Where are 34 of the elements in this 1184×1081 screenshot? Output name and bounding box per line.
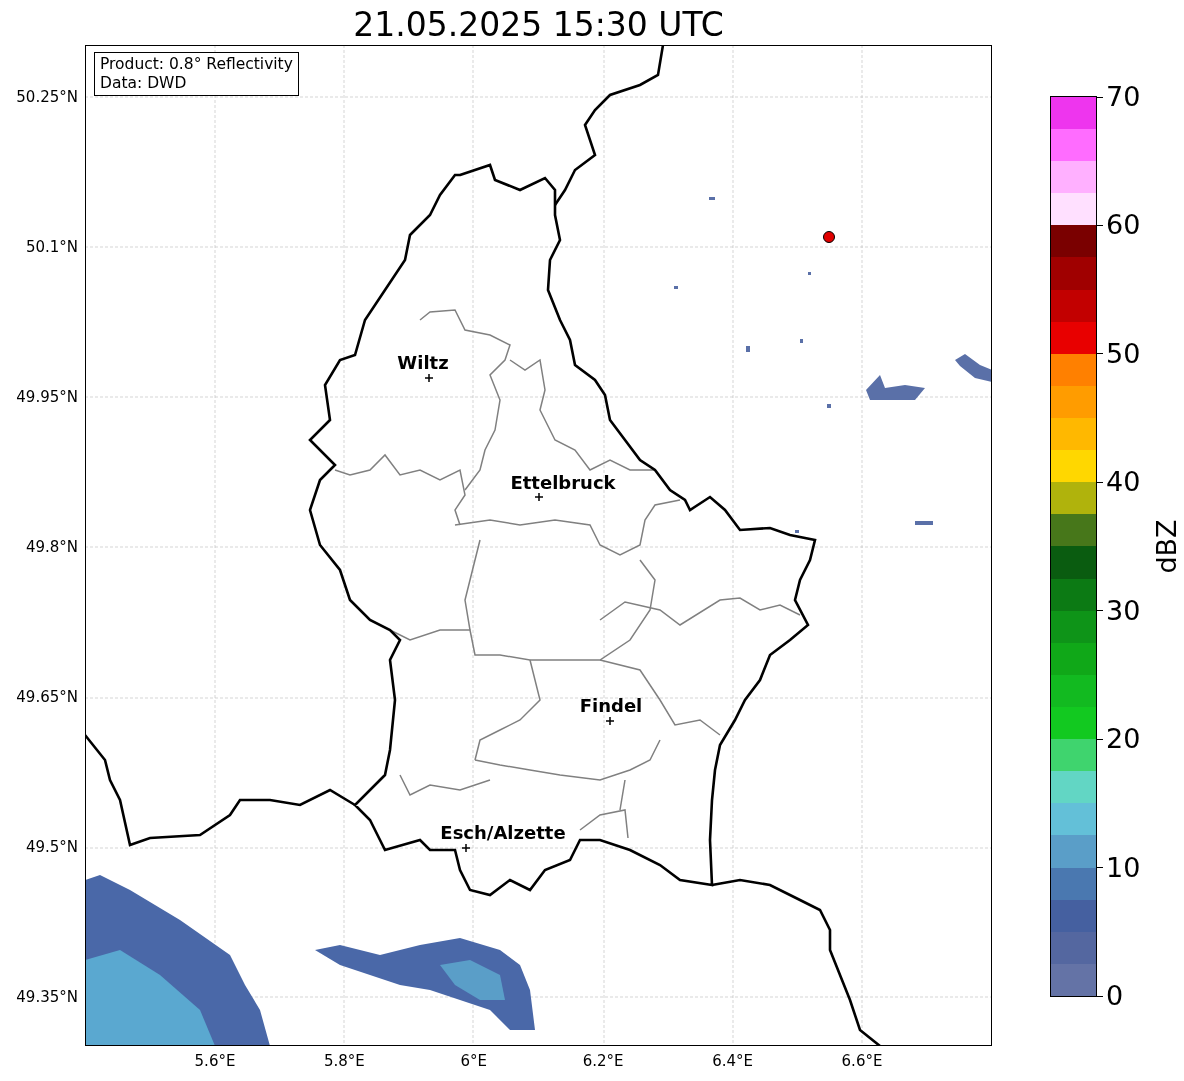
colorbar-tick-label: 30 bbox=[1106, 595, 1141, 626]
city-label: Wiltz bbox=[397, 351, 449, 373]
colorbar-tick-label: 70 bbox=[1106, 82, 1141, 112]
colorbar-tick-label: 60 bbox=[1106, 210, 1141, 241]
colorbar-label: dBZ bbox=[1150, 519, 1182, 574]
info-text: Product: 0.8° Reflectivity bbox=[100, 55, 293, 74]
latitude-label: 49.5°N bbox=[25, 838, 78, 856]
latitude-label: 50.25°N bbox=[16, 88, 78, 106]
colorbar-tick-label: 10 bbox=[1106, 852, 1141, 883]
info-text: Data: DWD bbox=[100, 74, 188, 93]
latitude-label: 49.8°N bbox=[25, 538, 78, 556]
colorbar-tick-label: 0 bbox=[1106, 981, 1124, 1011]
city-marker-icon bbox=[461, 843, 471, 853]
latitude-label: 49.95°N bbox=[16, 388, 78, 406]
longitude-label: 6°E bbox=[460, 1052, 488, 1070]
colorbar-tick-label: 40 bbox=[1106, 467, 1141, 498]
chart-title: 21.05.2025 15:30 UTC bbox=[353, 5, 724, 45]
city-marker-icon bbox=[534, 492, 544, 502]
city-label: Findel bbox=[579, 694, 643, 716]
latitude-label: 49.35°N bbox=[16, 988, 78, 1006]
longitude-label: 6.4°E bbox=[712, 1052, 753, 1070]
station-marker bbox=[823, 231, 835, 243]
city-label: Esch/Alzette bbox=[440, 821, 566, 843]
colorbar-tick-label: 20 bbox=[1106, 724, 1141, 755]
longitude-label: 6.6°E bbox=[841, 1052, 883, 1070]
longitude-label: 5.6°E bbox=[194, 1052, 236, 1070]
latitude-label: 50.1°N bbox=[25, 238, 78, 256]
city-marker-icon bbox=[605, 716, 615, 726]
city-label: Ettelbruck bbox=[510, 471, 616, 493]
longitude-label: 6.2°E bbox=[582, 1052, 624, 1070]
city-marker-icon bbox=[424, 373, 434, 383]
colorbar-tick-label: 50 bbox=[1106, 338, 1141, 369]
latitude-label: 49.65°N bbox=[16, 688, 78, 706]
longitude-label: 5.8°E bbox=[323, 1052, 365, 1070]
